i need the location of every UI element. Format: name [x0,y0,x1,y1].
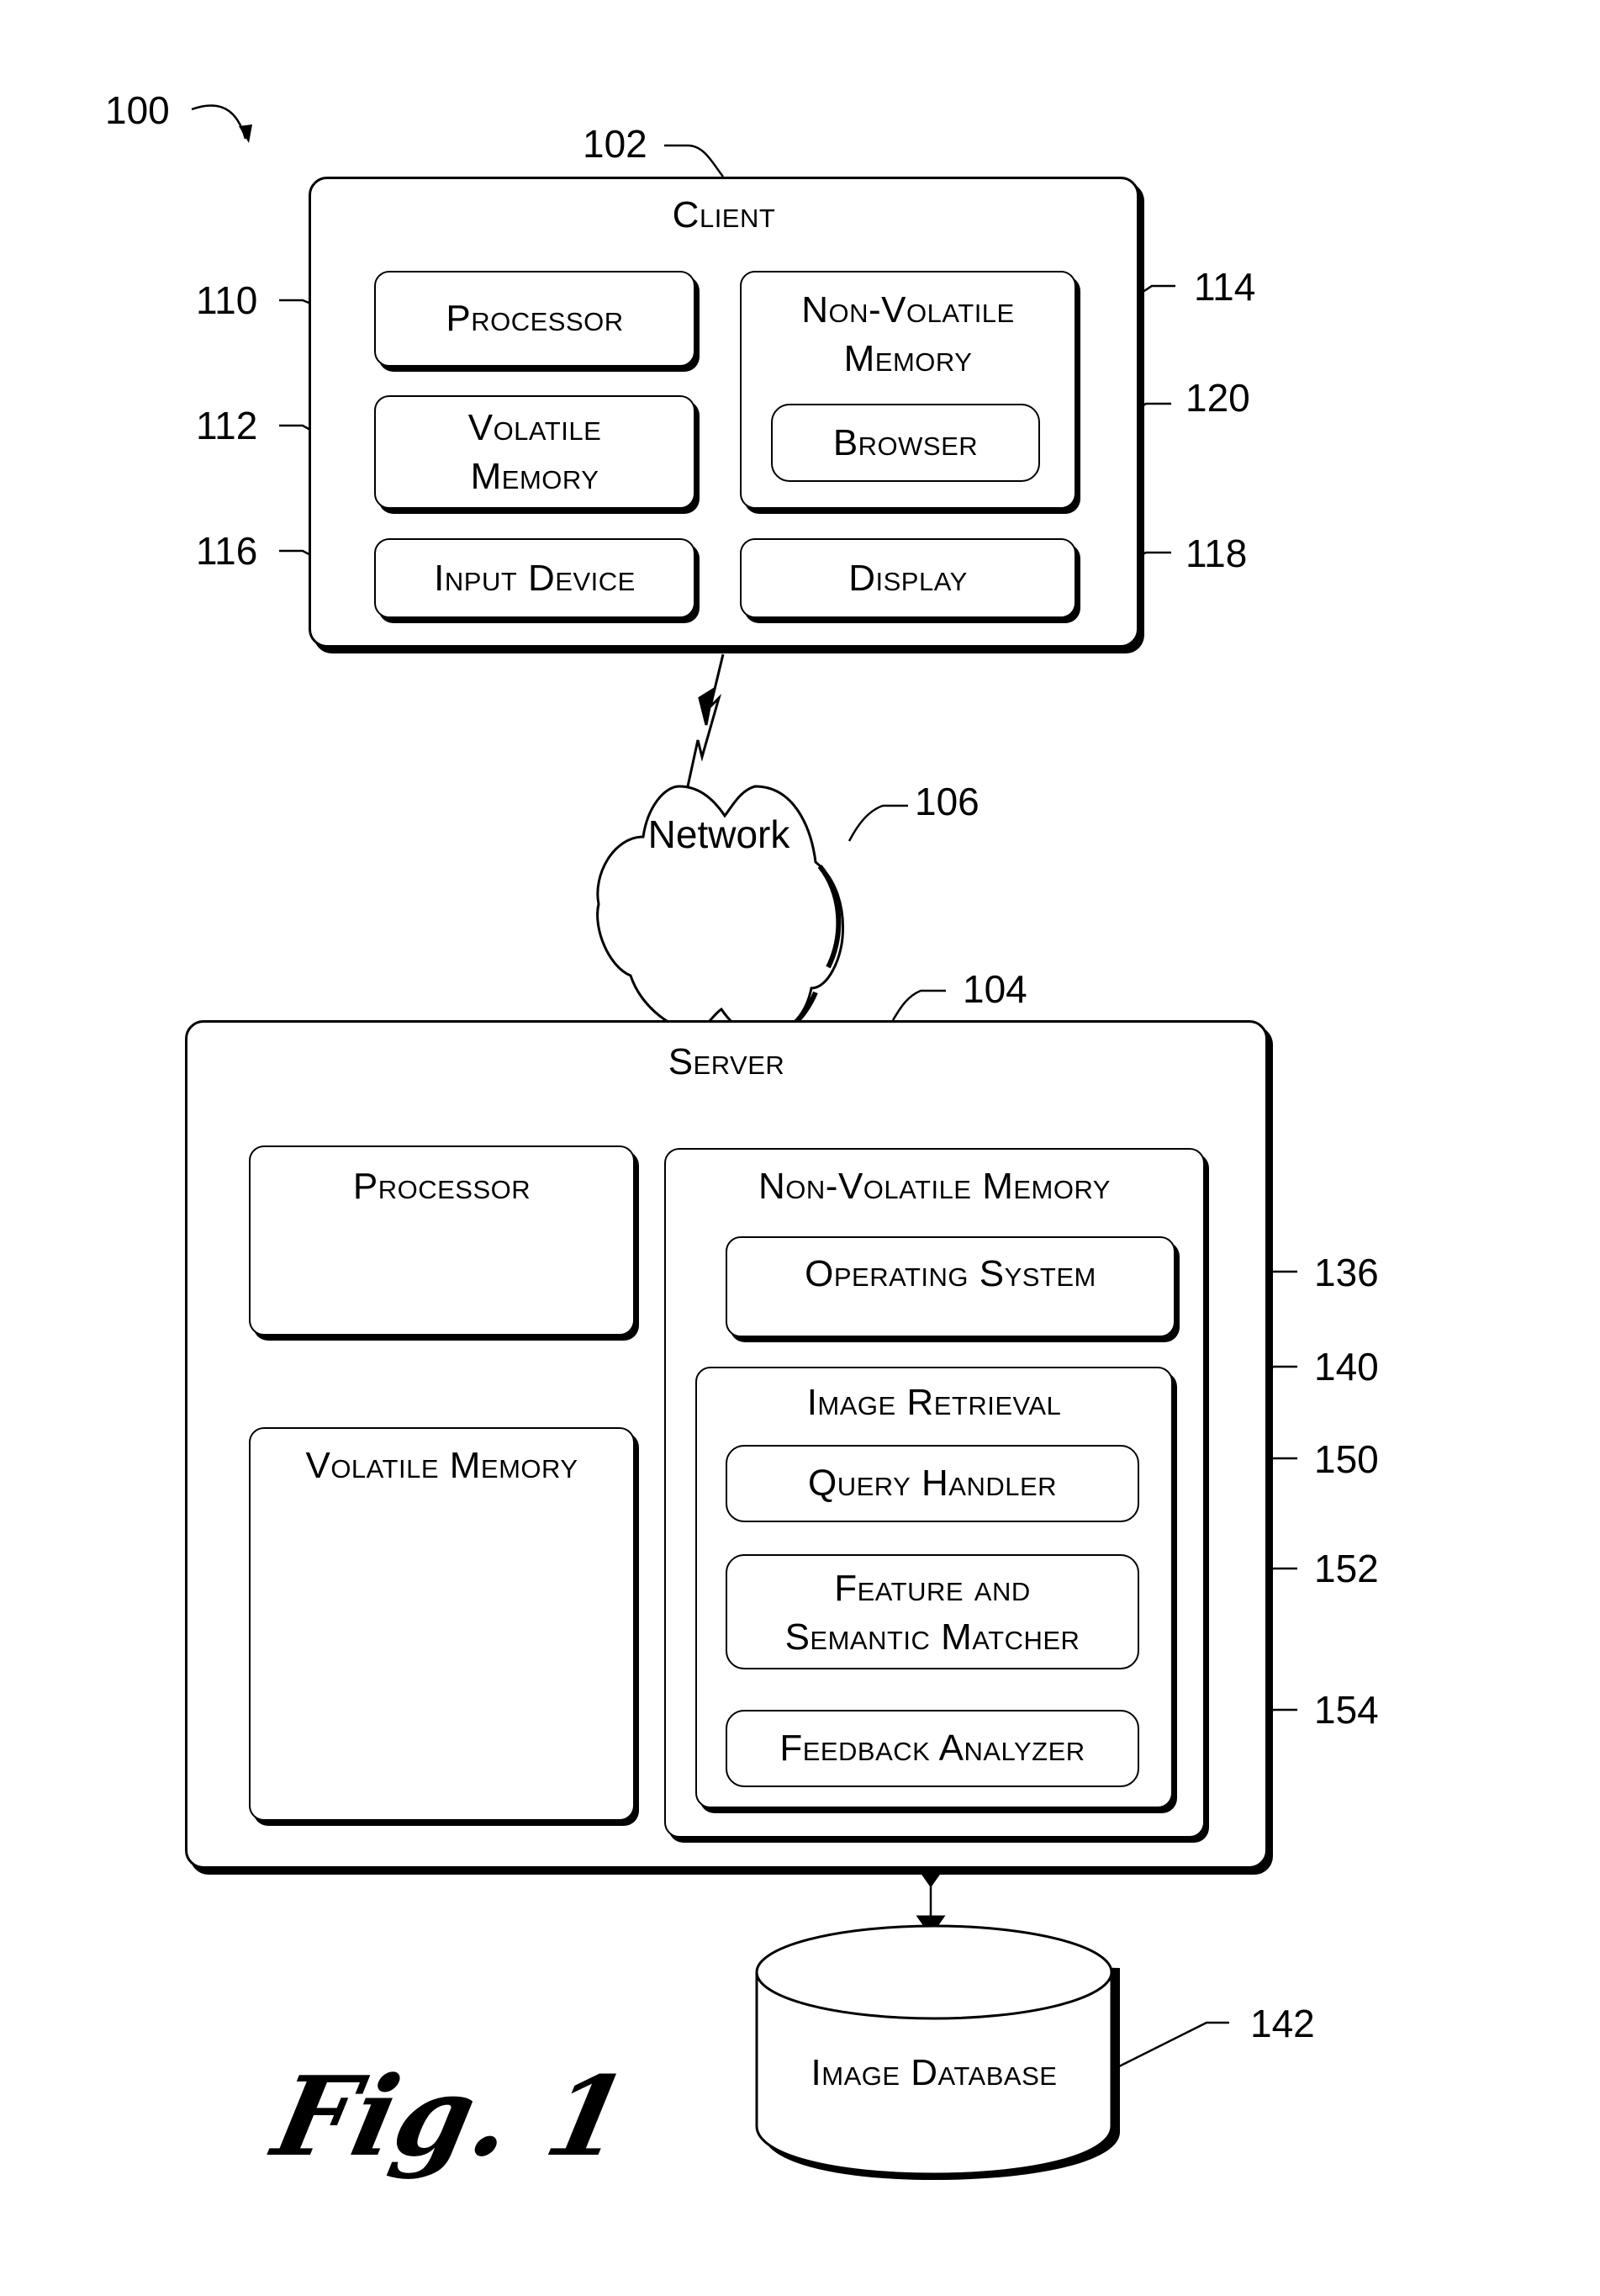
client-nvm-label-2: Memory [843,338,973,379]
figure-caption: Fig. 1 [263,2052,639,2181]
server-processor-label: Processor [352,1166,531,1207]
client-nvm-label-1: Non-Volatile [801,289,1015,331]
ref-118: 118 [1185,532,1248,575]
ref-102: 102 [583,122,647,166]
client-processor-label: Processor [446,298,624,339]
ref-136: 136 [1314,1251,1379,1294]
feedback-analyzer-box: Feedback Analyzer [726,1710,1139,1787]
client-volatile-memory-label-2: Memory [470,456,599,497]
server-volatile-memory-box: Volatile Memory [249,1427,635,1821]
leader-106 [848,804,908,842]
ref-106: 106 [915,780,980,823]
client-browser-box: Browser [771,404,1040,482]
leader-142 [1113,2021,1229,2071]
ref-114: 114 [1194,265,1256,309]
feature-matcher-box: Feature and Semantic Matcher [726,1554,1139,1669]
ref-104: 104 [963,967,1027,1011]
client-display-label: Display [848,557,968,599]
network-label: Network [647,812,790,856]
image-retrieval-label: Image Retrieval [806,1382,1062,1423]
client-browser-label: Browser [832,421,979,463]
server-volatile-memory-label: Volatile Memory [305,1445,578,1486]
ref-154: 154 [1314,1688,1379,1732]
client-input-device-box: Input Device [374,538,695,618]
client-input-device-label: Input Device [434,557,636,599]
server-title: Server [668,1041,785,1082]
feature-matcher-label-2: Semantic Matcher [784,1616,1080,1658]
client-volatile-memory-label-1: Volatile [467,407,602,448]
server-processor-box: Processor [249,1145,635,1336]
leader-100 [191,104,247,140]
ref-140: 140 [1314,1345,1379,1389]
feedback-analyzer-label: Feedback Analyzer [779,1727,1085,1769]
leader-104 [891,989,946,1021]
leader-102 [664,144,724,177]
client-display-box: Display [740,538,1076,618]
server-nvm-label: Non-Volatile Memory [758,1166,1111,1207]
client-processor-box: Processor [374,271,695,367]
ref-116: 116 [196,529,258,573]
ref-142: 142 [1250,2002,1315,2045]
client-volatile-memory-box: Volatile Memory [374,395,695,509]
query-handler-box: Query Handler [726,1445,1139,1522]
database-label: Image Database [811,2052,1058,2093]
ref-150: 150 [1314,1437,1379,1481]
client-title: Client [672,194,776,235]
feature-matcher-label-1: Feature and [834,1568,1031,1609]
lightning-client-network [686,653,725,787]
operating-system-label: Operating System [805,1253,1096,1294]
operating-system-box: Operating System [726,1236,1175,1337]
ref-112: 112 [196,404,258,447]
ref-120: 120 [1185,376,1250,420]
ref-110: 110 [196,278,258,322]
ref-152: 152 [1314,1547,1379,1590]
query-handler-label: Query Handler [807,1463,1058,1504]
ref-100: 100 [105,88,170,132]
